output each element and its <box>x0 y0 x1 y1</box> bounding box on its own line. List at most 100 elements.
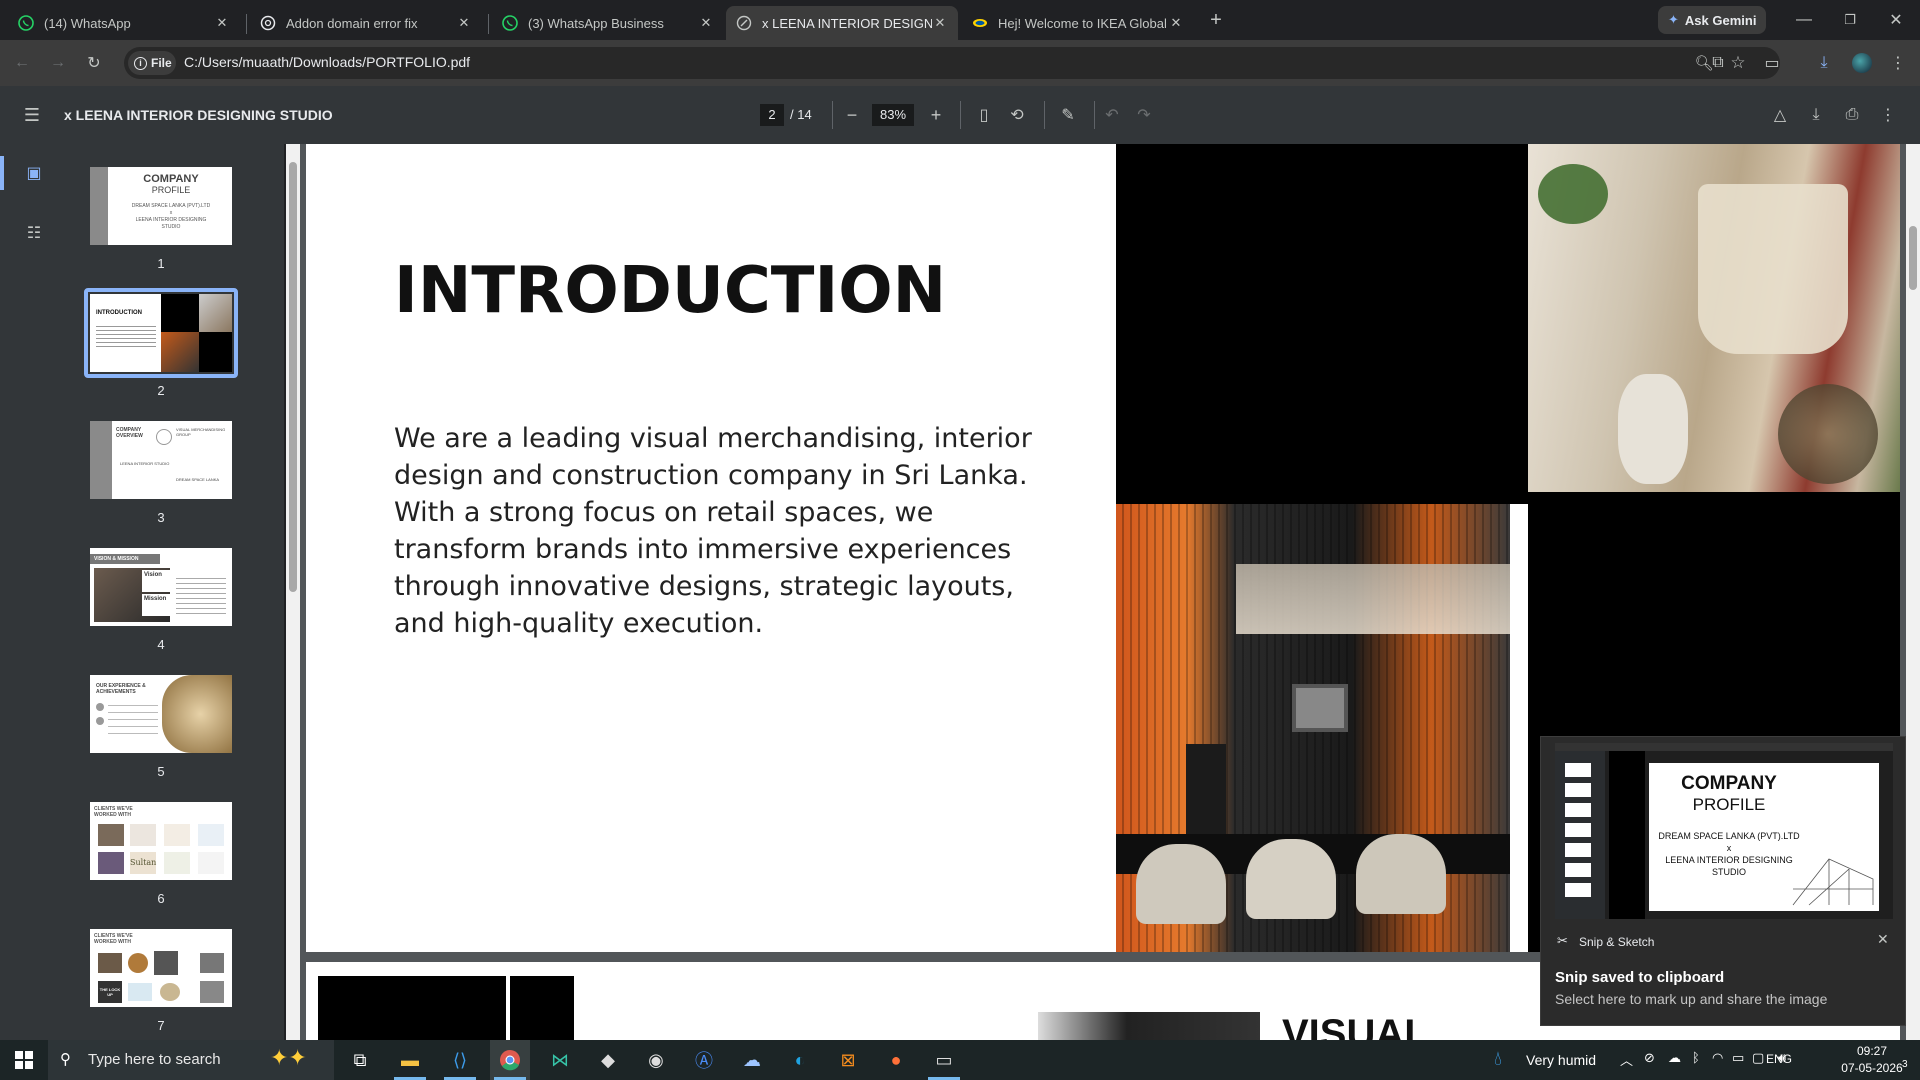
clock-time[interactable]: 09:27 <box>1844 1044 1900 1058</box>
thumb-text: COMPANY OVERVIEW <box>116 427 143 439</box>
thumb-text: Vision <box>142 570 172 592</box>
tab-ikea[interactable]: Hej! Welcome to IKEA Global ✕ <box>962 6 1194 40</box>
thumb-text: PROFILE <box>151 185 191 195</box>
thumb-text: x <box>169 210 173 216</box>
github-desktop-icon[interactable]: ◉ <box>636 1044 676 1076</box>
fit-page-icon[interactable]: ▯ <box>970 101 998 129</box>
snip-preview[interactable]: COMPANY PROFILE DREAM SPACE LANKA (PVT).… <box>1555 743 1893 919</box>
tab-leena-interior[interactable]: x LEENA INTERIOR DESIGNING ✕ <box>726 6 958 40</box>
thumbnail-number: 4 <box>157 637 165 652</box>
thumb-text: COMPANY <box>143 173 199 185</box>
thumbnail-page-3[interactable]: COMPANY OVERVIEW VISUAL MERCHANDISING GR… <box>90 421 232 499</box>
reload-icon[interactable]: ↻ <box>80 49 108 77</box>
visual-studio-icon[interactable]: ⋈ <box>540 1044 580 1076</box>
windows-start-icon[interactable] <box>4 1044 44 1076</box>
tab-whatsapp[interactable]: (14) WhatsApp ✕ <box>8 6 240 40</box>
onedrive-icon[interactable]: ☁ <box>1668 1050 1681 1066</box>
viewer-scrollbar-thumb[interactable] <box>1909 226 1917 290</box>
firefox-icon[interactable]: ● <box>876 1044 916 1076</box>
vscode-icon[interactable]: ⟨⟩ <box>440 1044 480 1076</box>
camera-off-icon[interactable]: ⊘ <box>1644 1050 1655 1066</box>
bluetooth-icon[interactable]: ᛒ <box>1692 1050 1700 1065</box>
search-icon: ⚲ <box>60 1051 71 1068</box>
hamburger-menu-icon[interactable]: ☰ <box>18 101 46 129</box>
thumb-text: DREAM SPACE LANKA <box>176 477 220 482</box>
weather-text[interactable]: Very humid <box>1526 1052 1596 1068</box>
file-explorer-icon[interactable]: ▬ <box>390 1044 430 1076</box>
snip-preview-text: x <box>1726 843 1732 853</box>
thumbnail-page-1[interactable]: COMPANY PROFILE DREAM SPACE LANKA (PVT).… <box>90 167 232 245</box>
retail-photo <box>1528 144 1900 492</box>
thumbnail-page-2[interactable]: INTRODUCTION <box>90 294 232 372</box>
wifi-icon[interactable]: ◠ <box>1712 1050 1723 1066</box>
clock-date[interactable]: 07-05-2026 <box>1832 1061 1912 1075</box>
bar-interior-photo <box>1116 504 1510 952</box>
app-cube-icon[interactable]: ◆ <box>588 1044 628 1076</box>
zoom-out-icon[interactable]: − <box>838 101 866 129</box>
zoom-in-icon[interactable]: + <box>922 101 950 129</box>
snip-app-icon: ✂ <box>1557 933 1568 948</box>
thumbnail-page-7[interactable]: CLIENTS WE'VE WORKED WITH THE LOCK UP <box>90 929 232 1007</box>
thumbnail-number: 1 <box>157 256 165 271</box>
side-panel-icon[interactable]: ▭ <box>1758 49 1786 77</box>
language-indicator[interactable]: ENG <box>1766 1052 1792 1066</box>
extensions-icon[interactable]: ⧉ <box>1704 49 1732 77</box>
pdf-download-icon[interactable]: ⤓ <box>1802 101 1830 129</box>
drive-save-icon[interactable]: △ <box>1766 101 1794 129</box>
print-icon[interactable]: ⎙ <box>1838 101 1866 129</box>
close-icon[interactable]: ✕ <box>932 15 948 31</box>
display-icon[interactable]: ▢ <box>1752 1050 1764 1066</box>
file-chip[interactable]: i File <box>128 51 176 75</box>
back-icon[interactable]: ← <box>8 49 36 77</box>
url-text[interactable]: C:/Users/muaath/Downloads/PORTFOLIO.pdf <box>184 54 470 70</box>
redo-icon[interactable]: ↷ <box>1130 101 1158 129</box>
task-view-icon[interactable]: ⧉ <box>340 1044 380 1076</box>
minimize-icon[interactable]: — <box>1790 6 1818 34</box>
address-bar[interactable]: i File C:/Users/muaath/Downloads/PORTFOL… <box>124 47 1780 79</box>
battery-icon[interactable]: ▭ <box>1732 1050 1744 1066</box>
thumbnail-page-5[interactable]: OUR EXPERIENCE & ACHIEVEMENTS <box>90 675 232 753</box>
close-icon[interactable]: ✕ <box>1877 931 1889 948</box>
pdf-more-icon[interactable]: ⋮ <box>1874 101 1902 129</box>
xampp-icon[interactable]: ⊠ <box>828 1044 868 1076</box>
close-icon[interactable]: ✕ <box>456 15 472 31</box>
thumb-text: OUR EXPERIENCE & ACHIEVEMENTS <box>96 683 146 695</box>
divider <box>1044 101 1045 129</box>
app-store-icon[interactable]: Ⓐ <box>684 1044 724 1076</box>
tab-whatsapp-business[interactable]: (3) WhatsApp Business ✕ <box>492 6 724 40</box>
tab-addon-domain[interactable]: Addon domain error fix ✕ <box>250 6 482 40</box>
snip-preview-text: STUDIO <box>1711 867 1746 877</box>
close-icon[interactable]: ✕ <box>1168 15 1184 31</box>
thumbnail-page-6[interactable]: CLIENTS WE'VE WORKED WITH Sultan <box>90 802 232 880</box>
snip-app-name: Snip & Sketch <box>1579 935 1655 949</box>
annotate-pen-icon[interactable]: ✎ <box>1054 101 1082 129</box>
page-number-input[interactable]: 2 <box>760 104 784 126</box>
new-tab-button[interactable]: + <box>1202 6 1230 34</box>
tray-chevron-icon[interactable]: ︿ <box>1620 1050 1633 1069</box>
taskbar-search-placeholder: Type here to search <box>88 1051 221 1068</box>
restore-icon[interactable]: ❐ <box>1836 6 1864 34</box>
thumb-text: VISION & MISSION <box>90 554 160 564</box>
taskbar-search-box[interactable]: ⚲ Type here to search ✦✦ <box>48 1040 334 1080</box>
terminal-icon[interactable]: ▭ <box>924 1044 964 1076</box>
avatar[interactable] <box>1852 53 1872 73</box>
thumbnail-page-4[interactable]: VISION & MISSION Vision Mission <box>90 548 232 626</box>
divider <box>1094 101 1095 129</box>
outline-view-icon[interactable]: ☷ <box>20 219 48 247</box>
undo-icon[interactable]: ↶ <box>1098 101 1126 129</box>
close-icon[interactable]: ✕ <box>214 15 230 31</box>
menu-kebab-icon[interactable]: ⋮ <box>1884 49 1912 77</box>
zoom-input[interactable]: 83% <box>872 104 914 126</box>
forward-icon[interactable]: → <box>44 49 72 77</box>
close-icon[interactable]: ✕ <box>698 15 714 31</box>
thumbnails-view-icon[interactable]: ▣ <box>20 159 48 187</box>
snip-notification[interactable]: COMPANY PROFILE DREAM SPACE LANKA (PVT).… <box>1540 736 1906 1026</box>
window-close-icon[interactable]: ✕ <box>1882 6 1910 34</box>
rotate-icon[interactable]: ⟲ <box>1003 101 1031 129</box>
cloud-app-icon[interactable]: ☁ <box>732 1044 772 1076</box>
sidebar-scrollbar-thumb[interactable] <box>289 162 297 592</box>
download-icon[interactable]: ⤓ <box>1810 49 1838 77</box>
edge-icon[interactable]: ◐ <box>780 1044 820 1076</box>
weather-humidity-icon: 💧︎ <box>1494 1048 1502 1070</box>
ask-gemini-button[interactable]: ✦ Ask Gemini <box>1658 6 1766 34</box>
